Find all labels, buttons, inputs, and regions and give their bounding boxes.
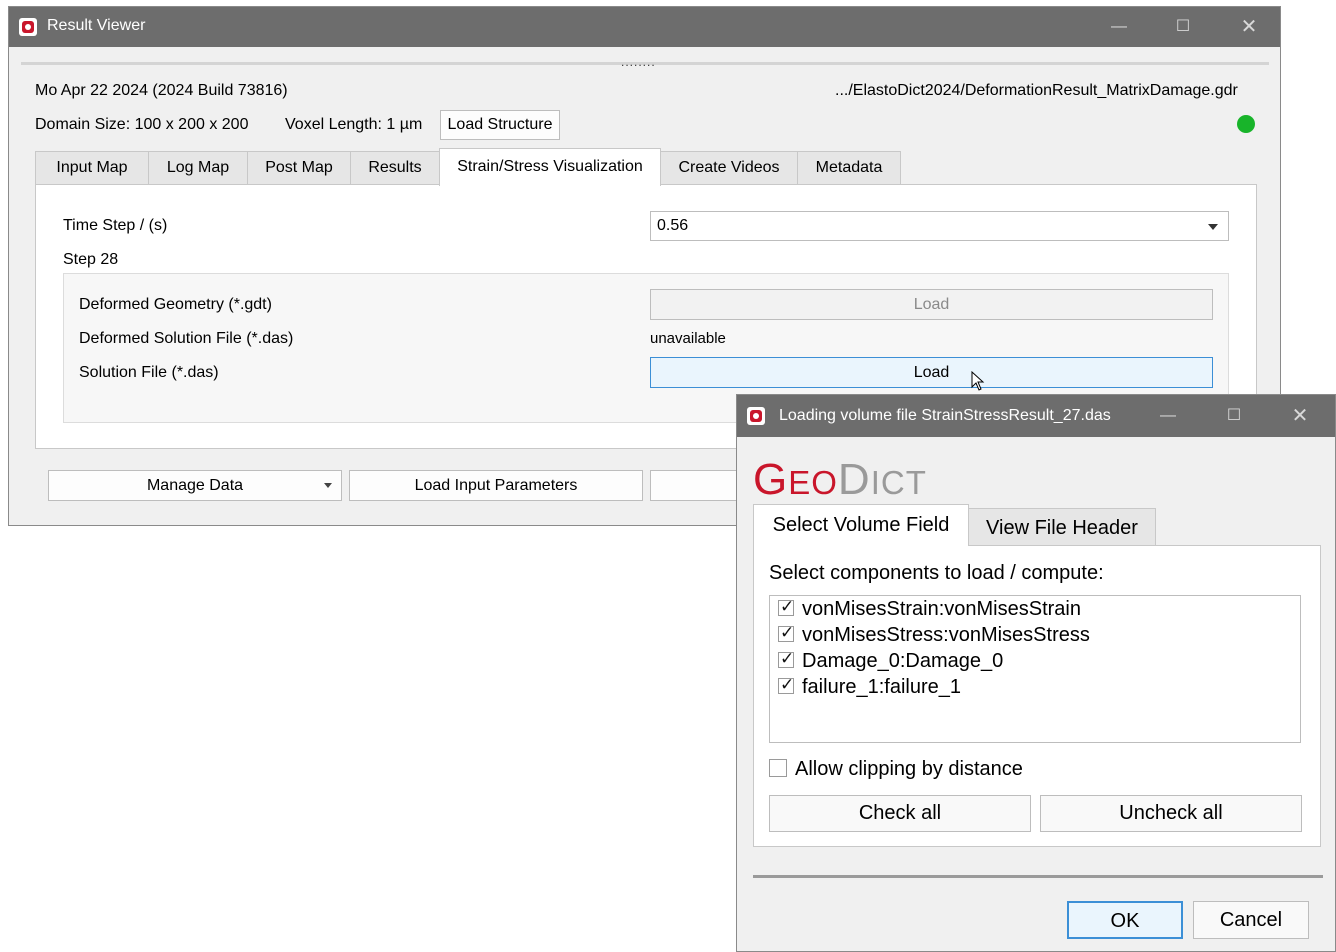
chevron-down-icon: [324, 483, 332, 488]
maximize-icon[interactable]: ☐: [1201, 395, 1267, 437]
load-input-parameters-button[interactable]: Load Input Parameters: [349, 470, 643, 501]
checkbox-checked[interactable]: [778, 649, 794, 669]
main-window-title: Result Viewer: [47, 17, 146, 34]
tab-results[interactable]: Results: [350, 151, 440, 185]
uncheck-all-button[interactable]: Uncheck all: [1040, 795, 1302, 832]
minimize-icon[interactable]: —: [1135, 395, 1201, 437]
domain-size-label: Domain Size: 100 x 200 x 200: [35, 116, 249, 133]
geodict-logo: GEODICT: [753, 455, 927, 504]
main-titlebar[interactable]: Result Viewer — ☐ ✕: [9, 7, 1280, 47]
checkbox-checked[interactable]: [778, 597, 794, 617]
tab-strain-stress-visualization[interactable]: Strain/Stress Visualization: [439, 148, 661, 186]
voxel-length-label: Voxel Length: 1 µm: [285, 116, 423, 133]
close-icon[interactable]: ✕: [1267, 395, 1333, 437]
date-build-label: Mo Apr 22 2024 (2024 Build 73816): [35, 82, 288, 99]
allow-clipping-option[interactable]: Allow clipping by distance: [769, 758, 1023, 781]
tab-input-map[interactable]: Input Map: [35, 151, 149, 185]
allow-clipping-checkbox[interactable]: [769, 758, 787, 777]
tab-create-videos[interactable]: Create Videos: [660, 151, 798, 185]
tab-view-file-header[interactable]: View File Header: [968, 508, 1156, 546]
component-label: vonMisesStrain:vonMisesStrain: [802, 598, 1081, 620]
tab-log-map[interactable]: Log Map: [148, 151, 248, 185]
component-label: vonMisesStress:vonMisesStress: [802, 624, 1090, 646]
chevron-down-icon: [1208, 224, 1218, 230]
load-solution-file-button[interactable]: Load: [650, 357, 1213, 388]
tab-post-map[interactable]: Post Map: [247, 151, 351, 185]
geodict-app-icon: [747, 407, 765, 425]
deformed-geometry-label: Deformed Geometry (*.gdt): [79, 296, 272, 313]
time-step-value: 0.56: [657, 217, 689, 234]
component-label: Damage_0:Damage_0: [802, 650, 1004, 672]
list-item[interactable]: vonMisesStrain:vonMisesStrain: [778, 597, 1081, 624]
time-step-label: Time Step / (s): [63, 217, 168, 234]
deformed-solution-label: Deformed Solution File (*.das): [79, 330, 294, 347]
allow-clipping-label: Allow clipping by distance: [795, 758, 1023, 780]
load-structure-button[interactable]: Load Structure: [440, 110, 560, 140]
splitter-grip-icon[interactable]: ........: [621, 55, 656, 69]
list-item[interactable]: Damage_0:Damage_0: [778, 649, 1004, 676]
checkbox-checked[interactable]: [778, 623, 794, 643]
list-item[interactable]: failure_1:failure_1: [778, 675, 961, 702]
maximize-icon[interactable]: ☐: [1150, 7, 1216, 47]
manage-data-dropdown[interactable]: Manage Data: [48, 470, 342, 501]
time-step-select[interactable]: 0.56: [650, 211, 1229, 241]
checkbox-checked[interactable]: [778, 675, 794, 695]
manage-data-label: Manage Data: [146, 477, 244, 494]
tab-metadata[interactable]: Metadata: [797, 151, 901, 185]
geodict-app-icon: [19, 18, 37, 36]
deformed-solution-status: unavailable: [650, 330, 726, 347]
dialog-title: Loading volume file StrainStressResult_2…: [779, 407, 1111, 424]
component-label: failure_1:failure_1: [802, 676, 961, 698]
components-label: Select components to load / compute:: [769, 562, 1104, 584]
status-indicator-icon: [1237, 115, 1255, 133]
dialog-titlebar[interactable]: Loading volume file StrainStressResult_2…: [737, 395, 1335, 437]
list-item[interactable]: vonMisesStress:vonMisesStress: [778, 623, 1090, 650]
close-icon[interactable]: ✕: [1216, 7, 1282, 47]
minimize-icon[interactable]: —: [1086, 7, 1152, 47]
cancel-button[interactable]: Cancel: [1193, 901, 1309, 939]
dialog-divider: [753, 875, 1323, 878]
mouse-cursor-icon: [971, 371, 985, 391]
load-deformed-geometry-button[interactable]: Load: [650, 289, 1213, 320]
solution-file-label: Solution File (*.das): [79, 364, 219, 381]
hidden-action-button[interactable]: [650, 470, 740, 501]
result-file-path: .../ElastoDict2024/DeformationResult_Mat…: [835, 82, 1238, 99]
loading-volume-dialog: Loading volume file StrainStressResult_2…: [736, 394, 1336, 952]
components-list[interactable]: vonMisesStrain:vonMisesStrain vonMisesSt…: [769, 595, 1301, 743]
ok-button[interactable]: OK: [1067, 901, 1183, 939]
step-label: Step 28: [63, 251, 119, 268]
tab-select-volume-field[interactable]: Select Volume Field: [753, 504, 969, 546]
check-all-button[interactable]: Check all: [769, 795, 1031, 832]
